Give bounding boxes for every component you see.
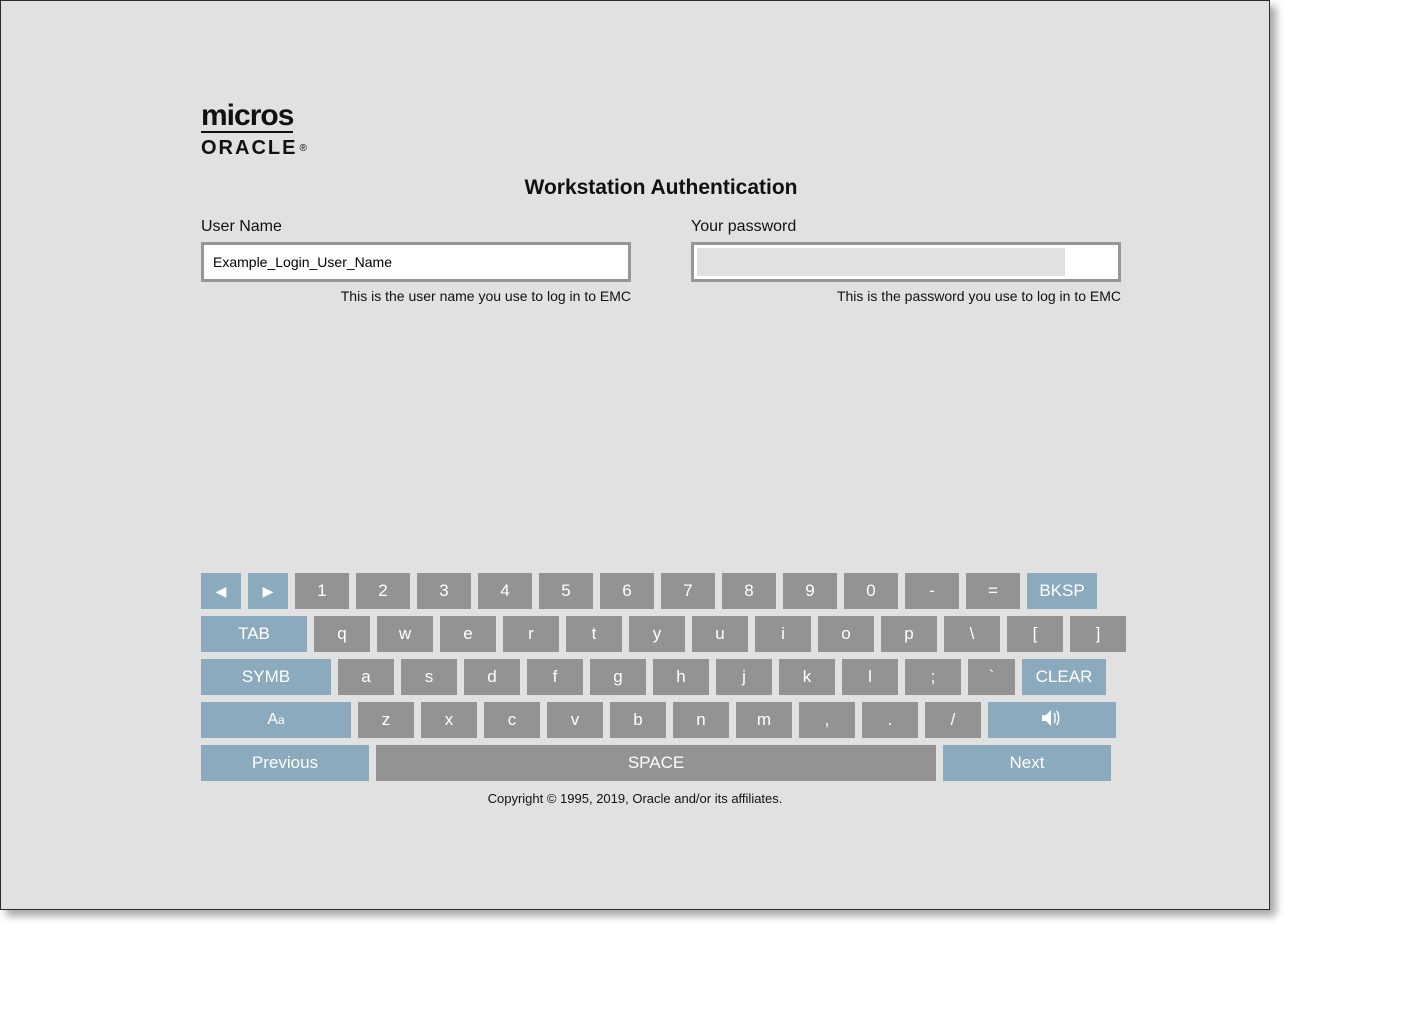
registered-mark: ®: [299, 143, 306, 154]
key-arrow-right[interactable]: ▶: [248, 573, 288, 609]
key-slash[interactable]: /: [925, 702, 981, 738]
key-x[interactable]: x: [421, 702, 477, 738]
key-m[interactable]: m: [736, 702, 792, 738]
key-equals[interactable]: =: [966, 573, 1020, 609]
logo-bottom: ORACLE: [201, 137, 297, 160]
auth-window: micros ORACLE ® Workstation Authenticati…: [0, 0, 1270, 910]
key-bracket-open[interactable]: [: [1007, 616, 1063, 652]
key-b[interactable]: b: [610, 702, 666, 738]
username-label: User Name: [201, 218, 631, 236]
key-h[interactable]: h: [653, 659, 709, 695]
key-j[interactable]: j: [716, 659, 772, 695]
key-w[interactable]: w: [377, 616, 433, 652]
key-tab[interactable]: TAB: [201, 616, 307, 652]
key-i[interactable]: i: [755, 616, 811, 652]
sound-icon: [1041, 709, 1063, 732]
key-p[interactable]: p: [881, 616, 937, 652]
key-semicolon[interactable]: ;: [905, 659, 961, 695]
key-backtick[interactable]: `: [968, 659, 1015, 695]
key-backspace[interactable]: BKSP: [1027, 573, 1097, 609]
key-s[interactable]: s: [401, 659, 457, 695]
password-field-group: Your password This is the password you u…: [691, 218, 1121, 304]
key-2[interactable]: 2: [356, 573, 410, 609]
key-5[interactable]: 5: [539, 573, 593, 609]
key-period[interactable]: .: [862, 702, 918, 738]
password-input-wrap[interactable]: [691, 242, 1121, 282]
key-symb[interactable]: SYMB: [201, 659, 331, 695]
key-1[interactable]: 1: [295, 573, 349, 609]
key-v[interactable]: v: [547, 702, 603, 738]
key-r[interactable]: r: [503, 616, 559, 652]
key-sound[interactable]: [988, 702, 1116, 738]
key-n[interactable]: n: [673, 702, 729, 738]
key-backslash[interactable]: \: [944, 616, 1000, 652]
password-input[interactable]: [697, 248, 1065, 276]
key-e[interactable]: e: [440, 616, 496, 652]
key-t[interactable]: t: [566, 616, 622, 652]
logo-top: micros: [201, 101, 293, 133]
key-7[interactable]: 7: [661, 573, 715, 609]
key-arrow-left[interactable]: ◀: [201, 573, 241, 609]
username-help: This is the user name you use to log in …: [201, 288, 631, 304]
page-title: Workstation Authentication: [201, 176, 1121, 200]
key-q[interactable]: q: [314, 616, 370, 652]
key-u[interactable]: u: [692, 616, 748, 652]
key-l[interactable]: l: [842, 659, 898, 695]
key-3[interactable]: 3: [417, 573, 471, 609]
password-help: This is the password you use to log in t…: [691, 288, 1121, 304]
username-field-group: User Name This is the user name you use …: [201, 218, 631, 304]
key-9[interactable]: 9: [783, 573, 837, 609]
key-shift[interactable]: Aa: [201, 702, 351, 738]
key-previous[interactable]: Previous: [201, 745, 369, 781]
key-8[interactable]: 8: [722, 573, 776, 609]
username-input-wrap[interactable]: [201, 242, 631, 282]
key-comma[interactable]: ,: [799, 702, 855, 738]
key-k[interactable]: k: [779, 659, 835, 695]
key-d[interactable]: d: [464, 659, 520, 695]
key-space[interactable]: SPACE: [376, 745, 936, 781]
key-c[interactable]: c: [484, 702, 540, 738]
key-z[interactable]: z: [358, 702, 414, 738]
key-f[interactable]: f: [527, 659, 583, 695]
key-dash[interactable]: -: [905, 573, 959, 609]
brand-logo: micros ORACLE ®: [201, 101, 1121, 160]
key-o[interactable]: o: [818, 616, 874, 652]
key-clear[interactable]: CLEAR: [1022, 659, 1106, 695]
password-label: Your password: [691, 218, 1121, 236]
copyright-text: Copyright © 1995, 2019, Oracle and/or it…: [1, 791, 1269, 806]
key-a[interactable]: a: [338, 659, 394, 695]
key-bracket-close[interactable]: ]: [1070, 616, 1126, 652]
key-6[interactable]: 6: [600, 573, 654, 609]
key-y[interactable]: y: [629, 616, 685, 652]
key-g[interactable]: g: [590, 659, 646, 695]
password-reveal-area[interactable]: [1065, 248, 1115, 276]
key-next[interactable]: Next: [943, 745, 1111, 781]
key-4[interactable]: 4: [478, 573, 532, 609]
key-0[interactable]: 0: [844, 573, 898, 609]
onscreen-keyboard: ◀ ▶ 1 2 3 4 5 6 7 8 9 0 - = BKSP TAB q w…: [201, 573, 1111, 788]
username-input[interactable]: [207, 248, 625, 276]
